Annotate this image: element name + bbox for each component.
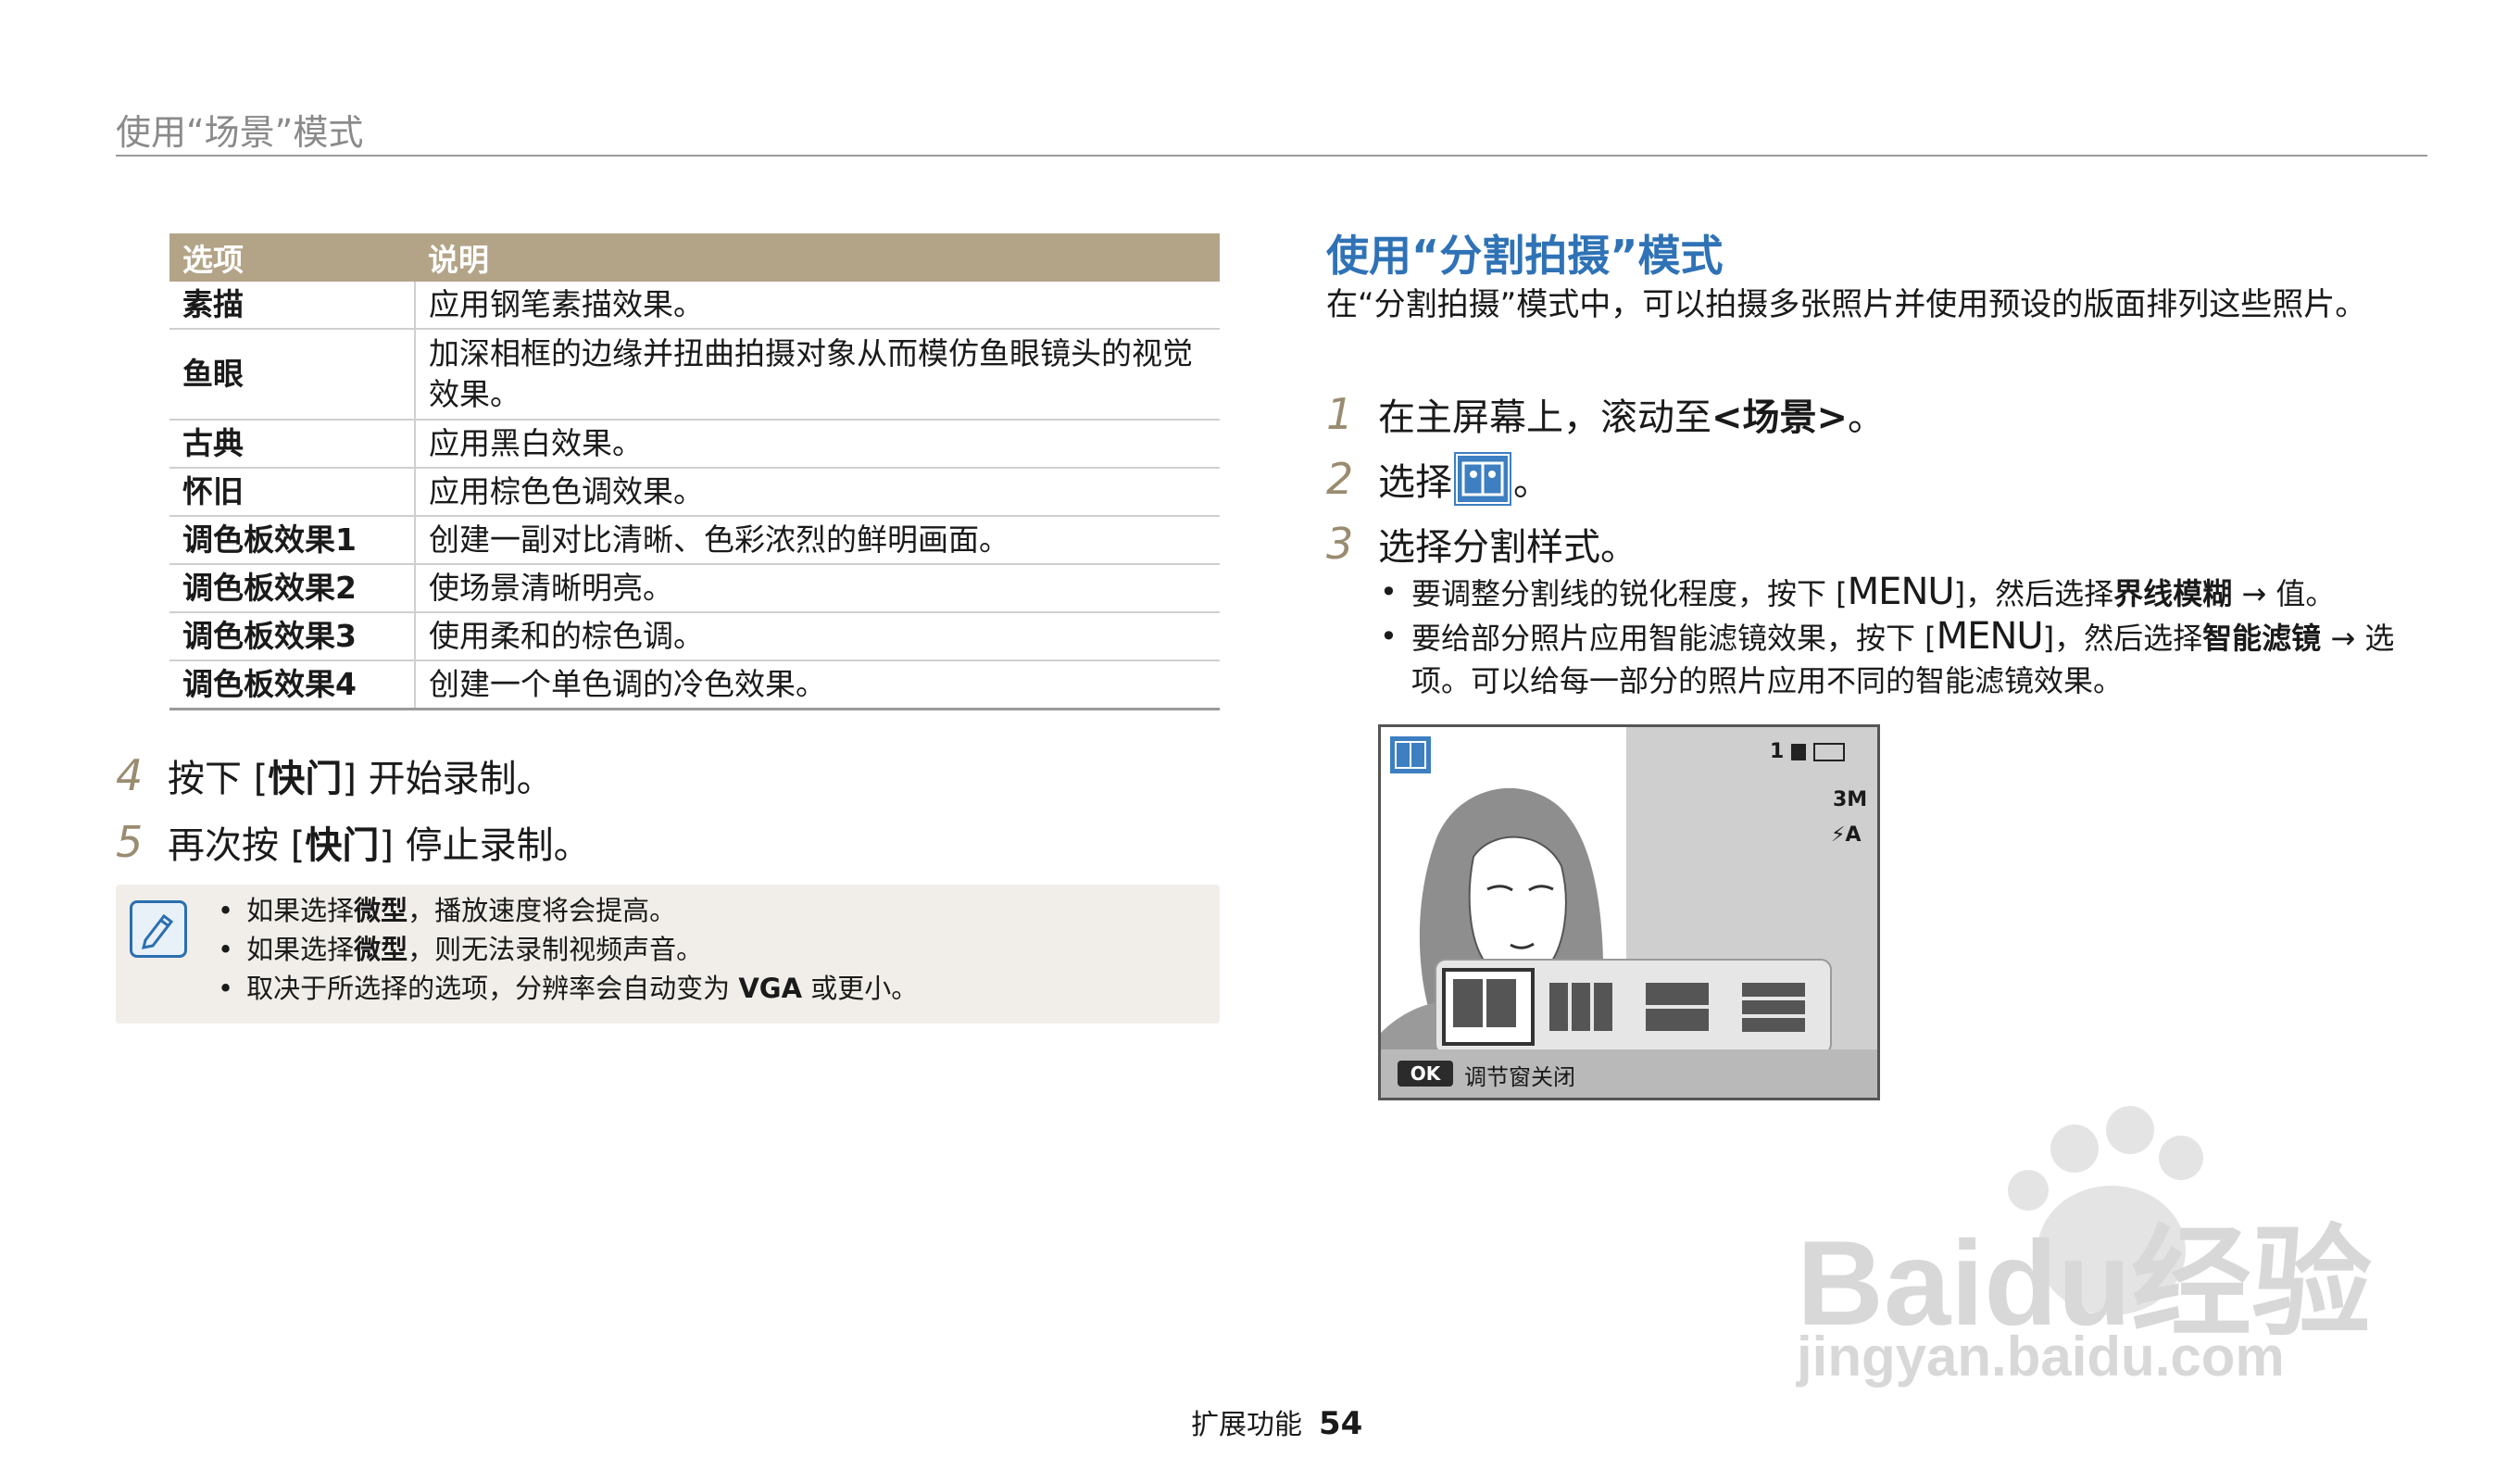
page-number: 54: [1319, 1405, 1363, 1442]
watermark-url: jingyan.baidu.com: [1797, 1326, 2285, 1388]
option-name: 素描: [169, 282, 416, 330]
shot-count: 1: [1770, 740, 1785, 763]
step-3: 3 选择分割样式。: [1326, 517, 1637, 571]
option-desc: 创建一副对比清晰、色彩浓烈的鲜明画面。: [415, 516, 1220, 565]
page-footer: 扩展功能 54: [1191, 1401, 1362, 1442]
option-desc: 应用钢笔素描效果。: [415, 282, 1220, 330]
option-name: 调色板效果4: [169, 660, 416, 710]
table-header-row: 选项 说明: [169, 233, 1220, 282]
step-text: 选择分割样式。: [1378, 526, 1637, 569]
camera-screen: 1 3M ⚡A OK 调节窗关闭: [1378, 724, 1880, 1100]
step-text: 按下 [: [168, 758, 269, 800]
scene-label: <场景>: [1711, 396, 1849, 439]
flash-indicator: ⚡A: [1831, 823, 1862, 847]
note-item: 如果选择微型，播放速度将会提高。: [218, 891, 918, 930]
step-number: 1: [1326, 389, 1354, 439]
layout-two-columns[interactable]: [1442, 968, 1535, 1046]
step-1: 1 在主屏幕上，滚动至 <场景>。: [1326, 387, 1885, 441]
step-number: 5: [116, 817, 144, 867]
battery-icon: [1813, 742, 1846, 761]
options-table: 选项 说明 素描 应用钢笔素描效果。 鱼眼 加深相框的边缘并扭曲拍摄对象从而模仿鱼眼…: [169, 233, 1220, 710]
split-layout-selector: [1435, 959, 1832, 1055]
footer-section: 扩展功能: [1191, 1409, 1302, 1441]
header-divider: [116, 155, 2427, 157]
step-text: 再次按 [: [168, 824, 306, 867]
memory-card-icon: [1791, 743, 1807, 760]
option-name: 调色板效果2: [169, 564, 416, 613]
step-number: 2: [1326, 454, 1354, 504]
step-text: ] 停止录制。: [379, 824, 591, 867]
option-name: 古典: [169, 420, 416, 469]
layout-three-rows[interactable]: [1731, 972, 1816, 1042]
step-number: 3: [1326, 519, 1354, 569]
menu-key-label: MENU: [1936, 615, 2044, 658]
note-item: 如果选择微型，则无法录制视频声音。: [218, 930, 918, 969]
option-desc: 创建一个单色调的冷色效果。: [415, 660, 1220, 710]
menu-key-label: MENU: [1847, 571, 1955, 613]
option-name: 调色板效果3: [169, 612, 416, 661]
layout-two-rows[interactable]: [1635, 972, 1720, 1042]
baidu-watermark: Baidu经验 jingyan.baidu.com: [1797, 1093, 2399, 1399]
step-4: 4 按下 [快门] 开始录制。: [116, 748, 554, 802]
table-row: 怀旧 应用棕色色调效果。: [169, 468, 1220, 517]
table-row: 调色板效果4 创建一个单色调的冷色效果。: [169, 660, 1220, 710]
ok-button[interactable]: OK: [1398, 1061, 1453, 1087]
step-text: 。: [1513, 461, 1550, 504]
note-item: 取决于所选择的选项，分辨率会自动变为 VGA 或更小。: [218, 969, 918, 1008]
option-name: 鱼眼: [169, 329, 416, 421]
option-name: 怀旧: [169, 468, 416, 517]
table-row: 调色板效果1 创建一副对比清晰、色彩浓烈的鲜明画面。: [169, 516, 1220, 565]
step-5: 5 再次按 [快门] 停止录制。: [116, 815, 591, 869]
scene-mode-icon: [1388, 735, 1433, 775]
split-shot-icon: [1454, 452, 1511, 506]
table-row: 素描 应用钢笔素描效果。: [169, 282, 1220, 330]
step-number: 4: [116, 750, 144, 800]
column-header-description: 说明: [415, 233, 1220, 282]
ok-button-hint: 调节窗关闭: [1464, 1064, 1575, 1090]
option-desc: 加深相框的边缘并扭曲拍摄对象从而模仿鱼眼镜头的视觉效果。: [415, 329, 1220, 421]
step-text: 在主屏幕上，滚动至: [1378, 396, 1711, 439]
bullet-item: 要给部分照片应用智能滤镜效果，按下 [MENU]，然后选择智能滤镜 → 选项。可…: [1380, 615, 2417, 702]
table-row: 调色板效果3 使用柔和的棕色调。: [169, 612, 1220, 661]
table-row: 鱼眼 加深相框的边缘并扭曲拍摄对象从而模仿鱼眼镜头的视觉效果。: [169, 329, 1220, 421]
step-3-bullets: 要调整分割线的锐化程度，按下 [MENU]，然后选择界线模糊 → 值。 要给部分…: [1380, 571, 2417, 702]
step-2: 2 选择 。: [1326, 452, 1550, 506]
option-desc: 应用棕色色调效果。: [415, 468, 1220, 517]
step-text: 选择: [1378, 461, 1452, 504]
status-indicators: 1: [1770, 740, 1846, 763]
option-name: 调色板效果1: [169, 516, 416, 565]
column-header-option: 选项: [169, 233, 415, 282]
section-intro: 在“分割拍摄”模式中，可以拍摄多张照片并使用预设的版面排列这些照片。: [1326, 286, 2367, 323]
image-size-indicator: 3M: [1833, 788, 1868, 811]
shutter-key-label: 快门: [268, 758, 343, 800]
note-pencil-icon: [130, 900, 187, 958]
option-desc: 使场景清晰明亮。: [415, 564, 1220, 613]
table-row: 古典 应用黑白效果。: [169, 420, 1220, 469]
page-header: 使用“场景”模式: [116, 112, 364, 153]
table-row: 调色板效果2 使场景清晰明亮。: [169, 564, 1220, 613]
step-text: 。: [1848, 396, 1886, 439]
option-desc: 应用黑白效果。: [415, 420, 1220, 469]
bullet-item: 要调整分割线的锐化程度，按下 [MENU]，然后选择界线模糊 → 值。: [1380, 571, 2417, 615]
note-list: 如果选择微型，播放速度将会提高。 如果选择微型，则无法录制视频声音。 取决于所选…: [218, 891, 918, 1008]
layout-three-columns[interactable]: [1538, 972, 1624, 1042]
section-title: 使用“分割拍摄”模式: [1326, 231, 1724, 281]
shutter-key-label: 快门: [305, 824, 380, 867]
option-desc: 使用柔和的棕色调。: [415, 612, 1220, 661]
step-text: ] 开始录制。: [342, 758, 554, 800]
camera-bottom-bar: [1381, 1049, 1877, 1098]
